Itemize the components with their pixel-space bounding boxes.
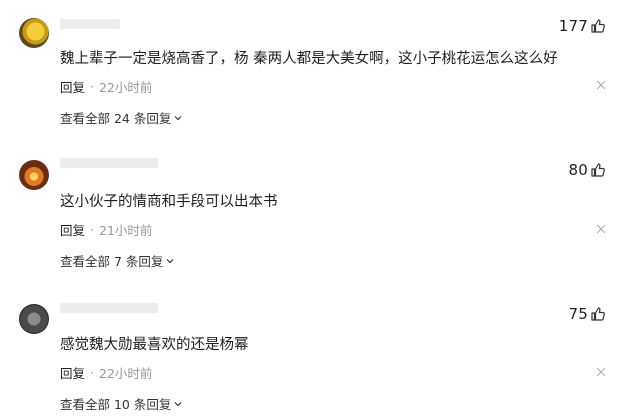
- comment-text: 这小伙子的情商和手段可以出本书: [60, 194, 278, 210]
- separator-dot: ·: [90, 365, 94, 380]
- view-all-replies-button[interactable]: 查看全部 24 条回复: [60, 108, 183, 127]
- separator-dot: ·: [90, 222, 94, 237]
- reply-button[interactable]: 回复: [60, 77, 85, 96]
- close-icon[interactable]: [596, 80, 606, 90]
- chevron-down-icon: [174, 115, 182, 120]
- thumbs-up-icon[interactable]: [590, 162, 606, 178]
- comment-meta: 回复 · 21小时前: [60, 220, 152, 239]
- like-count: 80: [568, 161, 588, 179]
- avatar[interactable]: [19, 304, 49, 334]
- thumbs-up-icon[interactable]: [590, 18, 606, 34]
- username[interactable]: [60, 19, 120, 29]
- like-count: 75: [568, 305, 588, 323]
- comment-meta: 回复 · 22小时前: [60, 77, 152, 96]
- username[interactable]: [60, 158, 158, 168]
- chevron-down-icon: [166, 258, 174, 263]
- like-button[interactable]: 80: [569, 161, 607, 179]
- comment-meta: 回复 · 22小时前: [60, 363, 152, 382]
- timestamp: 22小时前: [99, 80, 153, 95]
- view-all-label: 查看全部 7 条回复: [60, 254, 164, 269]
- thumbs-up-icon[interactable]: [590, 306, 606, 322]
- like-count: 177: [558, 17, 588, 35]
- view-all-label: 查看全部 24 条回复: [60, 111, 172, 126]
- reply-button[interactable]: 回复: [60, 220, 85, 239]
- view-all-replies-button[interactable]: 查看全部 10 条回复: [60, 394, 183, 413]
- comment-text: 魏上辈子一定是烧高香了，杨 秦两人都是大美女啊，这小子桃花运怎么这么好: [60, 51, 558, 67]
- avatar[interactable]: [19, 160, 49, 190]
- view-all-replies-button[interactable]: 查看全部 7 条回复: [60, 251, 175, 270]
- close-icon[interactable]: [596, 224, 606, 234]
- like-button[interactable]: 75: [569, 305, 607, 323]
- timestamp: 22小时前: [99, 366, 153, 381]
- timestamp: 21小时前: [99, 223, 153, 238]
- like-button[interactable]: 177: [559, 17, 606, 35]
- reply-button[interactable]: 回复: [60, 363, 85, 382]
- comment-text: 感觉魏大勋最喜欢的还是杨幂: [60, 337, 249, 353]
- avatar[interactable]: [19, 18, 49, 48]
- close-icon[interactable]: [596, 367, 606, 377]
- separator-dot: ·: [90, 79, 94, 94]
- chevron-down-icon: [174, 401, 182, 406]
- username[interactable]: [60, 303, 158, 313]
- view-all-label: 查看全部 10 条回复: [60, 397, 172, 412]
